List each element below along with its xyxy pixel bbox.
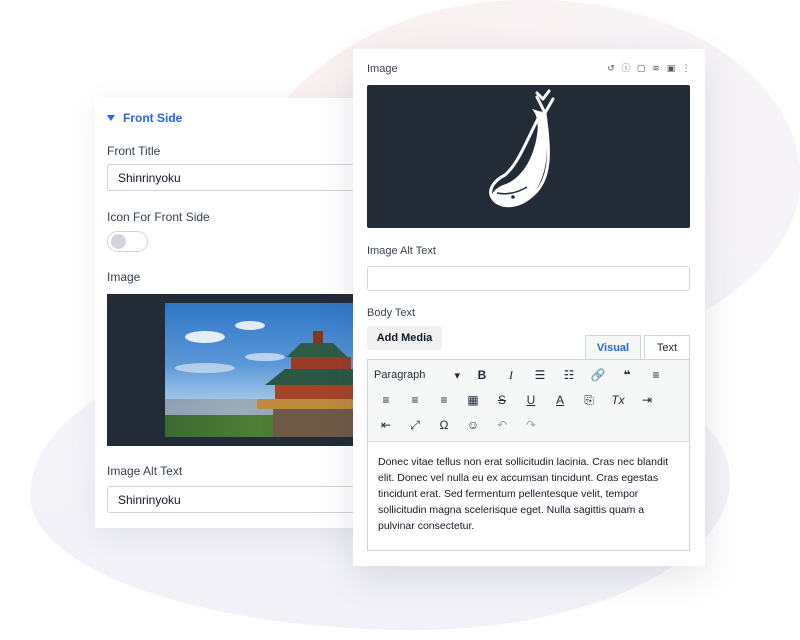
bold-button[interactable]: B xyxy=(470,364,494,386)
caret-down-icon xyxy=(107,115,115,121)
database-icon[interactable]: ≋ xyxy=(651,63,661,73)
format-select[interactable]: Paragraph ▾ xyxy=(374,369,464,382)
image-preview[interactable] xyxy=(367,85,690,228)
image-label: Image xyxy=(107,270,141,284)
image-alt-input[interactable] xyxy=(367,266,690,291)
align-right-icon[interactable]: ≡ xyxy=(403,389,427,411)
editor-toolbar: Paragraph ▾ B I ☰ ☷ 🔗 ❝ ≡ ≡ ≡ ≡ ▦ S U A … xyxy=(368,360,689,442)
more-vertical-icon[interactable]: ⋮ xyxy=(681,63,691,73)
card-editor-panel: Image ↺ ⓘ ▢ ≋ ▣ ⋮ Image Alt Text Body Te… xyxy=(353,49,705,566)
fullscreen-icon[interactable]: ⤢ xyxy=(403,414,427,436)
toolbar-row: Paragraph ▾ B I ☰ ☷ 🔗 ❝ ≡ xyxy=(374,364,673,386)
emoji-icon[interactable]: ☺ xyxy=(461,414,485,436)
undo-icon[interactable]: ↺ xyxy=(606,63,616,73)
icon-toggle[interactable] xyxy=(107,231,148,252)
toggle-knob xyxy=(111,234,126,249)
tab-visual[interactable]: Visual xyxy=(585,335,641,360)
clipboard-icon[interactable]: ▢ xyxy=(636,63,646,73)
image-preview[interactable] xyxy=(107,294,367,446)
field-tools: ↺ ⓘ ▢ ≋ ▣ ⋮ xyxy=(606,63,691,73)
text-color-icon[interactable]: A xyxy=(548,389,572,411)
table-icon[interactable]: ▦ xyxy=(461,389,485,411)
blockquote-icon[interactable]: ❝ xyxy=(615,364,639,386)
align-justify-icon[interactable]: ≡ xyxy=(432,389,456,411)
section-title: Front Side xyxy=(123,111,183,125)
underline-icon[interactable]: U xyxy=(519,389,543,411)
align-center-icon[interactable]: ≡ xyxy=(374,389,398,411)
bullet-list-icon[interactable]: ☰ xyxy=(528,364,552,386)
add-media-button[interactable]: Add Media xyxy=(367,326,442,350)
image-label: Image xyxy=(367,63,398,75)
front-title-label: Front Title xyxy=(107,144,161,158)
indent-icon[interactable]: ⇥ xyxy=(635,389,659,411)
toolbar-row: ⇤ ⤢ Ω ☺ ↶ ↷ xyxy=(374,414,548,436)
image-alt-label: Image Alt Text xyxy=(107,464,183,478)
rich-text-editor[interactable]: Paragraph ▾ B I ☰ ☷ 🔗 ❝ ≡ ≡ ≡ ≡ ▦ S U A … xyxy=(367,359,690,551)
section-header[interactable]: Front Side xyxy=(107,111,182,125)
undo-icon[interactable]: ↶ xyxy=(490,414,514,436)
format-select-value: Paragraph xyxy=(374,368,426,381)
info-icon[interactable]: ⓘ xyxy=(621,63,631,73)
align-left-icon[interactable]: ≡ xyxy=(644,364,668,386)
outdent-icon[interactable]: ⇤ xyxy=(374,414,398,436)
special-character-icon[interactable]: Ω xyxy=(432,414,456,436)
image-alt-label: Image Alt Text xyxy=(367,245,436,257)
clear-formatting-icon[interactable]: Tx xyxy=(606,389,630,411)
ai-icon[interactable]: ▣ xyxy=(666,63,676,73)
strikethrough-icon[interactable]: S xyxy=(490,389,514,411)
icon-toggle-label: Icon For Front Side xyxy=(107,210,210,224)
landscape-photo xyxy=(165,303,355,437)
editor-content[interactable]: Donec vitae tellus non erat sollicitudin… xyxy=(378,454,678,534)
italic-button[interactable]: I xyxy=(499,364,523,386)
paste-text-icon[interactable]: ⎘ xyxy=(577,389,601,411)
toolbar-row: ≡ ≡ ≡ ▦ S U A ⎘ Tx ⇥ xyxy=(374,389,664,411)
caret-down-icon: ▾ xyxy=(454,369,460,382)
numbered-list-icon[interactable]: ☷ xyxy=(557,364,581,386)
whale-logo-icon xyxy=(489,89,555,208)
redo-icon[interactable]: ↷ xyxy=(519,414,543,436)
link-icon[interactable]: 🔗 xyxy=(586,364,610,386)
body-text-label: Body Text xyxy=(367,307,416,319)
tab-text[interactable]: Text xyxy=(644,335,690,360)
front-side-panel: Front Side Front Title Shinrinyoku Icon … xyxy=(95,98,397,528)
